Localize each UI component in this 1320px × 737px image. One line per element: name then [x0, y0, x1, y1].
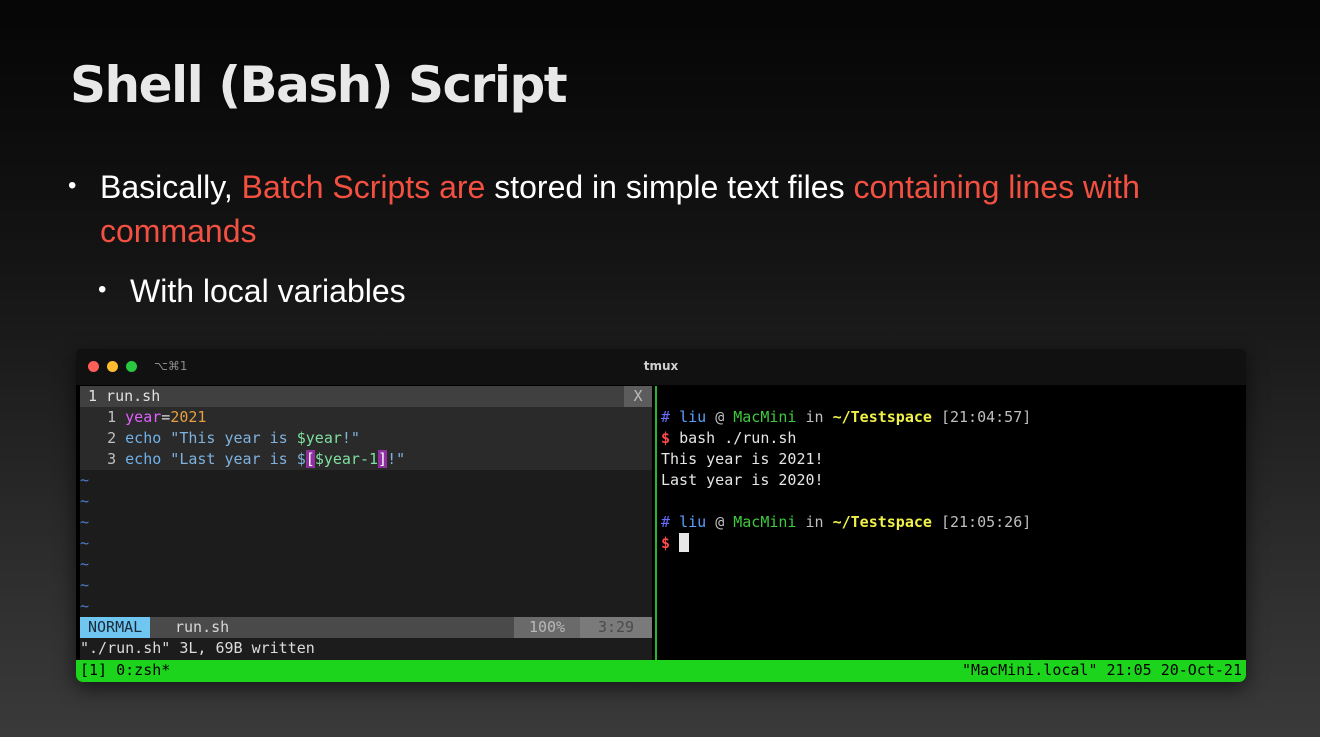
pane-divider[interactable]: [655, 386, 657, 660]
bullet-marker: •: [68, 172, 77, 199]
vim-mode-indicator: NORMAL: [80, 617, 151, 638]
code-token: ]: [378, 450, 388, 468]
code-line: 1 year=2021: [80, 407, 652, 428]
prompt-user: liu: [679, 513, 707, 531]
bullet-item-batch-scripts: Basically, Batch Scripts are stored in s…: [100, 165, 1270, 253]
vim-tab-close-button[interactable]: X: [624, 386, 652, 407]
line-number: 2: [107, 429, 117, 447]
empty-line-marker: ~: [80, 471, 90, 489]
vim-tabline: 1 run.sh X: [80, 386, 652, 407]
tmux-window-list[interactable]: [1] 0:zsh*: [80, 660, 170, 681]
empty-line-marker: ~: [80, 492, 90, 510]
code-line: 2 echo "This year is $year!": [80, 428, 652, 449]
code-token: $year: [296, 429, 342, 447]
tmux-status-right: "MacMini.local" 21:05 20-Oct-21: [962, 661, 1242, 679]
highlight-text: Batch Scripts are: [241, 169, 486, 205]
window-titlebar: ⌥⌘1 tmux: [76, 349, 1246, 385]
shell-prompt-line: # liu @ MacMini in ~/Testspace [21:05:26…: [661, 512, 1031, 533]
prompt-dollar: $: [661, 534, 671, 552]
line-number: [80, 408, 107, 426]
prompt-hash: #: [661, 513, 671, 531]
vim-tab-run-sh[interactable]: 1 run.sh: [80, 386, 169, 407]
text-cursor: [679, 533, 690, 552]
shell-prompt-line: # liu @ MacMini in ~/Testspace [21:04:57…: [661, 407, 1031, 428]
code-token: $year-1: [314, 450, 379, 468]
code-token: =: [161, 408, 171, 426]
empty-line-marker: ~: [80, 576, 90, 594]
sub-bullet-marker: •: [98, 276, 107, 303]
code-token: !": [387, 450, 406, 468]
prompt-in: in: [805, 408, 824, 426]
prompt-at: @: [715, 408, 725, 426]
window-title: tmux: [643, 359, 679, 373]
vim-status-filename: run.sh: [175, 618, 230, 636]
prompt-in: in: [805, 513, 824, 531]
prompt-dollar: $: [661, 429, 671, 447]
prompt-directory: ~/Testspace: [832, 513, 932, 531]
empty-line-marker: ~: [80, 555, 90, 573]
shell-pane[interactable]: # liu @ MacMini in ~/Testspace [21:04:57…: [661, 386, 1241, 660]
bullet-text: stored in simple text files: [485, 169, 854, 205]
code-token: echo: [125, 429, 162, 447]
terminal-window: ⌥⌘1 tmux 1 run.sh X 1 year=2021 2 echo "…: [76, 349, 1246, 682]
shell-output-line: This year is 2021!: [661, 450, 824, 468]
line-number: 1: [107, 408, 117, 426]
code-token: "Last year is $: [161, 450, 306, 468]
code-token: echo: [125, 450, 162, 468]
code-token: [: [305, 450, 315, 468]
tmux-statusbar: [1] 0:zsh* "MacMini.local" 21:05 20-Oct-…: [76, 660, 1246, 682]
empty-line-marker: ~: [80, 513, 90, 531]
prompt-host: MacMini: [733, 408, 797, 426]
code-line: 3 echo "Last year is $[$year-1]!": [80, 449, 652, 470]
prompt-time: [21:05:26]: [940, 513, 1032, 531]
vim-status-position: 3:29: [580, 617, 652, 638]
code-token: !": [341, 429, 360, 447]
code-token: 2021: [170, 408, 207, 426]
shell-output-line: Last year is 2020!: [661, 471, 824, 489]
line-number: 3: [107, 450, 117, 468]
vim-message-line: "./run.sh" 3L, 69B written: [80, 639, 315, 657]
prompt-host: MacMini: [733, 513, 797, 531]
sub-bullet-local-variables: With local variables: [130, 273, 406, 309]
bullet-text: Basically,: [100, 169, 242, 205]
shell-command: bash ./run.sh: [679, 429, 797, 447]
prompt-user: liu: [679, 408, 707, 426]
empty-line-marker: ~: [80, 534, 90, 552]
prompt-time: [21:04:57]: [940, 408, 1032, 426]
prompt-hash: #: [661, 408, 671, 426]
code-token: "This year is: [161, 429, 297, 447]
prompt-directory: ~/Testspace: [832, 408, 932, 426]
empty-line-marker: ~: [80, 597, 90, 615]
prompt-at: @: [715, 513, 725, 531]
shell-input-line[interactable]: $: [661, 533, 690, 554]
code-token: year: [125, 408, 162, 426]
vim-pane[interactable]: 1 run.sh X 1 year=2021 2 echo "This year…: [80, 386, 652, 660]
vim-status-percent: 100%: [514, 617, 580, 638]
vim-statusline: NORMAL run.sh 100% 3:29: [80, 617, 652, 638]
shell-command-line: $ bash ./run.sh: [661, 428, 796, 449]
slide-title: Shell (Bash) Script: [70, 56, 568, 114]
